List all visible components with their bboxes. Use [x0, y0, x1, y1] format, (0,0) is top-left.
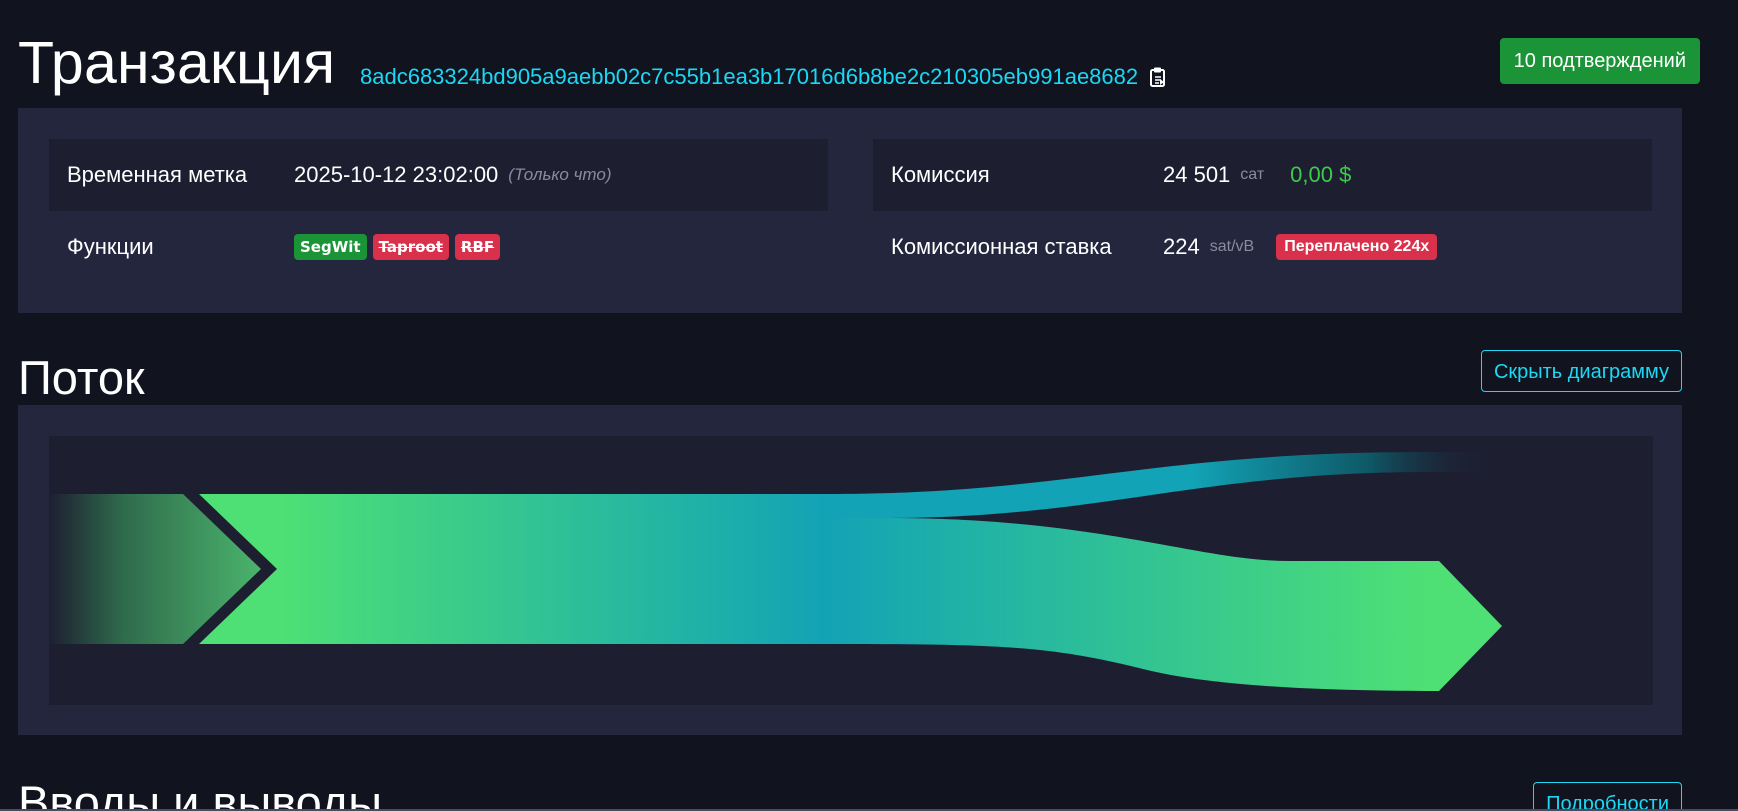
flow-panel — [18, 405, 1682, 735]
fee-rate-value-group: 224 sat/vB Переплачено 224x — [1163, 234, 1438, 260]
txid-link[interactable]: 8adc683324bd905a9aebb02c7c55b1ea3b17016d… — [360, 62, 1138, 92]
segwit-badge[interactable]: SegWit — [294, 234, 367, 260]
features-row: Функции SegWit Taproot RBF — [49, 211, 828, 283]
txid-group: 8adc683324bd905a9aebb02c7c55b1ea3b17016d… — [360, 62, 1168, 92]
timestamp-value-group: 2025-10-12 23:02:00 (Только что) — [294, 162, 611, 188]
details-left-table: Временная метка 2025-10-12 23:02:00 (Тол… — [49, 139, 828, 283]
flow-heading: Поток — [18, 351, 145, 404]
fee-rate-unit: sat/vB — [1209, 238, 1255, 255]
timestamp-value: 2025-10-12 23:02:00 — [294, 162, 499, 187]
fee-label: Комиссия — [891, 162, 990, 187]
details-right-table: Комиссия 24 501 сат 0,00 $ Комиссионная … — [873, 139, 1652, 283]
title-row: Транзакция 8adc683324bd905a9aebb02c7c55b… — [18, 28, 1700, 98]
fee-value-group: 24 501 сат 0,00 $ — [1163, 162, 1351, 188]
flow-main-output[interactable] — [199, 494, 1502, 691]
features-label: Функции — [67, 234, 154, 259]
clipboard-icon[interactable] — [1148, 66, 1168, 88]
features-badges: SegWit Taproot RBF — [294, 234, 501, 260]
inputs-outputs-heading: Вводы и выводы — [18, 776, 382, 811]
transaction-page: Транзакция 8adc683324bd905a9aebb02c7c55b… — [0, 0, 1738, 811]
flow-diagram[interactable] — [49, 436, 1653, 705]
transaction-details: Временная метка 2025-10-12 23:02:00 (Тол… — [18, 108, 1682, 313]
fee-rate-label: Комиссионная ставка — [891, 234, 1112, 259]
page-title: Транзакция — [18, 30, 336, 96]
fee-row: Комиссия 24 501 сат 0,00 $ — [873, 139, 1652, 211]
details-button[interactable]: Подробности — [1533, 782, 1682, 811]
confirmations-badge: 10 подтверждений — [1499, 38, 1700, 84]
fee-sat-value: 24 501 — [1163, 162, 1231, 187]
flow-diagram-svg — [49, 452, 1502, 691]
fee-rate-row: Комиссионная ставка 224 sat/vB Переплаче… — [873, 211, 1652, 283]
flow-change-output[interactable] — [829, 452, 1489, 518]
timestamp-row: Временная метка 2025-10-12 23:02:00 (Тол… — [49, 139, 828, 211]
timestamp-label: Временная метка — [67, 162, 248, 187]
timestamp-relative: (Только что) — [508, 165, 612, 184]
hide-diagram-button[interactable]: Скрыть диаграмму — [1480, 350, 1682, 392]
overpaid-badge[interactable]: Переплачено 224x — [1276, 234, 1438, 260]
taproot-badge[interactable]: Taproot — [372, 234, 449, 260]
rbf-badge[interactable]: RBF — [454, 234, 501, 260]
fee-usd-value: 0,00 $ — [1290, 162, 1352, 187]
fee-rate-value: 224 — [1163, 234, 1200, 259]
fee-unit: сат — [1240, 166, 1265, 183]
